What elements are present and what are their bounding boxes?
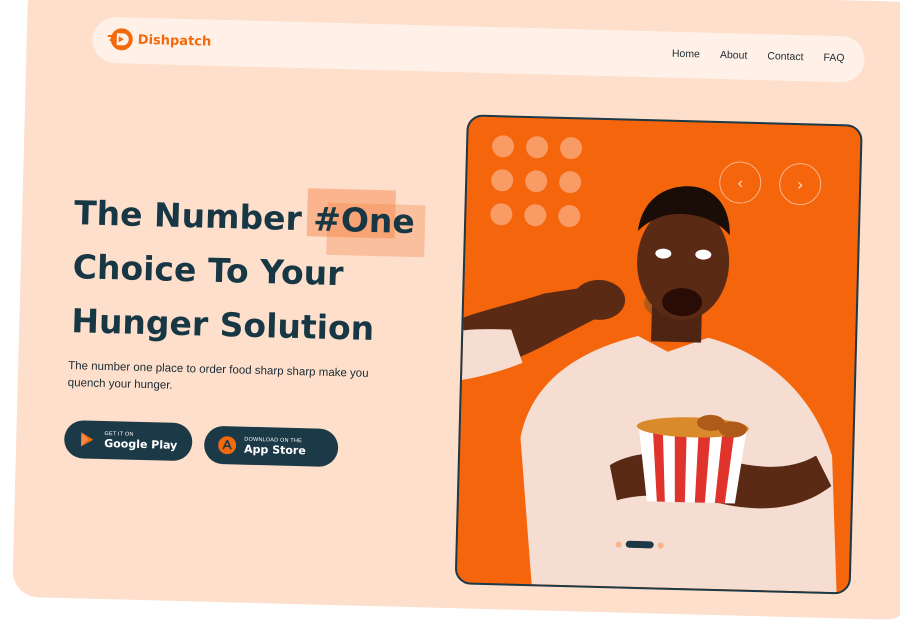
google-play-label: GET IT ON Google Play (104, 431, 178, 452)
headline-line-3: Hunger Solution (70, 301, 375, 349)
nav-faq[interactable]: FAQ (823, 52, 844, 65)
brand-name: Dishpatch (137, 32, 212, 50)
google-play-big-text: Google Play (104, 436, 178, 452)
nav-contact[interactable]: Contact (767, 50, 803, 63)
app-store-icon (218, 436, 237, 455)
headline-line-1: The Number #One (73, 186, 454, 258)
page-indicator[interactable] (615, 540, 622, 548)
google-play-button[interactable]: GET IT ON Google Play (63, 419, 193, 462)
app-store-big-text: App Store (243, 442, 306, 457)
landing-page: Dishpatch Home About Contact FAQ The Num… (0, 0, 900, 620)
dishpatch-logo-icon (107, 28, 133, 51)
hero-image-card: ‹ › (454, 114, 863, 595)
nav-home[interactable]: Home (672, 48, 700, 61)
hero-headline: The Number #One Choice To Your Hunger So… (71, 186, 455, 358)
man-eating-chicken-photo (456, 186, 837, 593)
carousel-pagination (615, 540, 664, 549)
app-store-button[interactable]: DOWNLOAD ON THE App Store (203, 425, 339, 468)
nav-links: Home About Contact FAQ (672, 48, 845, 65)
headline-text-1: The Number (73, 193, 303, 239)
app-store-label: DOWNLOAD ON THE App Store (244, 436, 306, 457)
highlight-text: #One (312, 199, 416, 242)
logo[interactable]: Dishpatch (106, 26, 211, 55)
nav-about[interactable]: About (720, 49, 748, 62)
headline-highlight: #One (306, 188, 426, 258)
play-store-icon (81, 432, 94, 447)
page-indicator-active[interactable] (625, 540, 654, 549)
page-indicator[interactable] (657, 542, 664, 549)
